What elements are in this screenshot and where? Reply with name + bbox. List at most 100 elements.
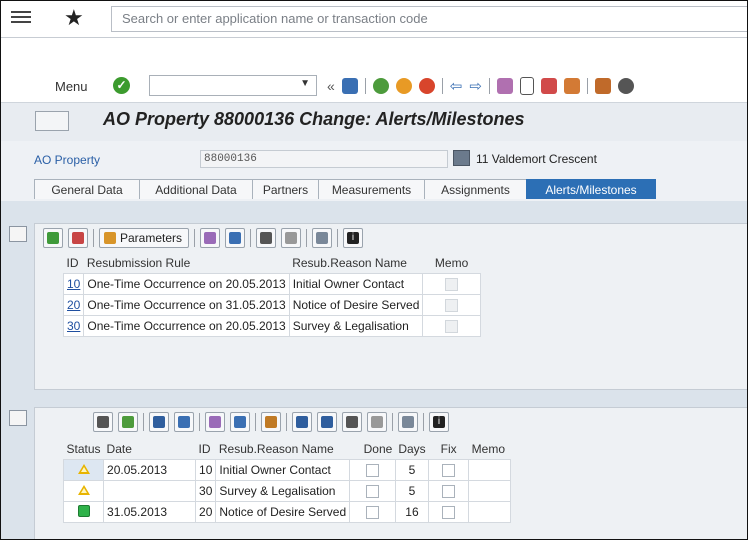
column-header-date[interactable]: Date [103,439,196,460]
new-document-icon[interactable] [519,77,534,95]
table-row[interactable]: 20 One-Time Occurrence on 31.05.2013 Not… [62,294,481,316]
hamburger-menu-icon[interactable] [11,11,31,27]
add-row-icon[interactable] [43,228,63,248]
refresh-icon[interactable] [149,412,169,432]
table-row[interactable]: 30 One-Time Occurrence on 20.05.2013 Sur… [62,315,481,337]
reason-cell: Initial Owner Contact [288,273,424,295]
fix-checkbox[interactable] [442,485,456,499]
table-row[interactable]: 31.05.2013 20 Notice of Desire Served 16 [62,501,512,523]
tab-partners[interactable]: Partners [252,179,319,199]
column-header-fix[interactable]: Fix [428,439,469,460]
info-icon[interactable]: i [343,228,364,248]
object-services-button[interactable] [35,111,69,131]
find-icon[interactable] [496,78,513,94]
next-icon[interactable]: ⇨ [469,77,482,95]
edit-icon[interactable] [93,412,113,432]
save-icon[interactable] [341,78,358,94]
find-icon[interactable] [256,228,277,248]
select-all-icon[interactable] [9,410,27,426]
done-checkbox[interactable] [365,506,379,520]
complete-icon[interactable] [118,412,138,432]
favorites-star-icon[interactable]: ★ [64,5,84,31]
double-left-icon[interactable]: « [327,78,335,94]
sort-icon[interactable] [205,412,225,432]
tab-measurements[interactable]: Measurements [318,179,425,199]
layout-icon[interactable] [398,412,418,432]
column-header-reason[interactable]: Resub.Reason Name [289,253,423,274]
back-icon[interactable] [372,78,389,94]
previous-icon[interactable]: ⇦ [450,77,463,95]
row-id-link[interactable]: 30 [67,319,80,333]
sort-icon[interactable] [225,228,246,248]
column-header-done[interactable]: Done [349,439,396,460]
warning-triangle-icon [77,485,90,495]
tab-content: Parameters i ID Resubmission Rule Resub.… [1,201,747,539]
reason-cell: Notice of Desire Served [288,294,424,316]
object-label: AO Property [34,153,101,167]
tab-assignments[interactable]: Assignments [424,179,527,199]
object-id-field[interactable]: 88000136 [200,150,448,168]
find-next-icon[interactable] [367,412,387,432]
find-icon[interactable] [342,412,362,432]
column-header-memo[interactable]: Memo [468,439,511,460]
sort-desc-icon[interactable] [230,412,250,432]
column-header-days[interactable]: Days [395,439,429,460]
memo-checkbox[interactable] [445,278,459,292]
filter-icon[interactable] [174,412,194,432]
chevron-down-icon[interactable]: ▼ [300,78,310,89]
filter-icon[interactable] [200,228,221,248]
exit-icon[interactable] [395,78,412,94]
days-cell: 5 [394,459,430,481]
table-row[interactable]: 10 One-Time Occurrence on 20.05.2013 Ini… [62,273,481,295]
command-field[interactable]: ▼ [149,75,317,96]
column-header-status[interactable]: Status [63,439,104,460]
paste-icon[interactable] [563,78,580,94]
info-icon[interactable]: i [429,412,449,432]
sap-window: ★ Search or enter application name or tr… [0,0,748,540]
tab-alerts-milestones[interactable]: Alerts/Milestones [526,179,656,199]
copy-icon[interactable] [540,78,557,94]
table-row[interactable]: 30 Survey & Legalisation 5 [62,480,512,502]
milestones-table: Status Date ID Resub.Reason Name Done Da… [62,439,512,523]
column-header-memo[interactable]: Memo [422,253,481,274]
resubmission-table: ID Resubmission Rule Resub.Reason Name M… [62,253,481,337]
layout-icon[interactable] [312,228,333,248]
table-row[interactable]: 20.05.2013 10 Initial Owner Contact 5 [62,459,512,481]
shell-search-bar: ★ Search or enter application name or tr… [1,1,747,38]
column-header-id[interactable]: ID [63,253,84,274]
fix-checkbox[interactable] [442,464,456,478]
done-checkbox[interactable] [365,485,379,499]
binoculars-icon[interactable] [261,412,281,432]
grid1-toolbar: Parameters i [35,224,364,252]
upload-icon[interactable] [594,78,611,94]
memo-checkbox[interactable] [445,320,459,334]
memo-checkbox[interactable] [445,299,459,313]
column-header-rule[interactable]: Resubmission Rule [83,253,290,274]
rule-cell: One-Time Occurrence on 20.05.2013 [83,315,290,337]
date-cell [103,480,197,502]
select-all-icon[interactable] [9,226,27,242]
refresh-icon[interactable] [617,78,634,94]
export-icon[interactable] [317,412,337,432]
menu-button[interactable]: Menu [55,79,88,94]
days-cell: 16 [394,501,430,523]
reason-cell: Initial Owner Contact [215,459,351,481]
delete-row-icon[interactable] [68,228,88,248]
object-address: 11 Valdemort Crescent [476,152,597,166]
address-edit-icon[interactable] [453,150,470,166]
row-id-link[interactable]: 10 [67,277,80,291]
tab-general-data[interactable]: General Data [34,179,140,199]
done-checkbox[interactable] [365,464,379,478]
parameters-button[interactable]: Parameters [99,228,190,248]
enter-check-icon[interactable]: ✓ [113,77,130,94]
toolbar-icons: « ⇦ ⇨ [327,75,634,97]
fix-checkbox[interactable] [442,506,456,520]
column-header-id[interactable]: ID [195,439,216,460]
column-header-reason[interactable]: Resub.Reason Name [215,439,350,460]
cancel-icon[interactable] [418,78,435,94]
row-id-link[interactable]: 20 [67,298,80,312]
find-next-icon[interactable] [281,228,302,248]
print-icon[interactable] [292,412,312,432]
search-input[interactable]: Search or enter application name or tran… [111,6,747,32]
tab-additional-data[interactable]: Additional Data [139,179,253,199]
